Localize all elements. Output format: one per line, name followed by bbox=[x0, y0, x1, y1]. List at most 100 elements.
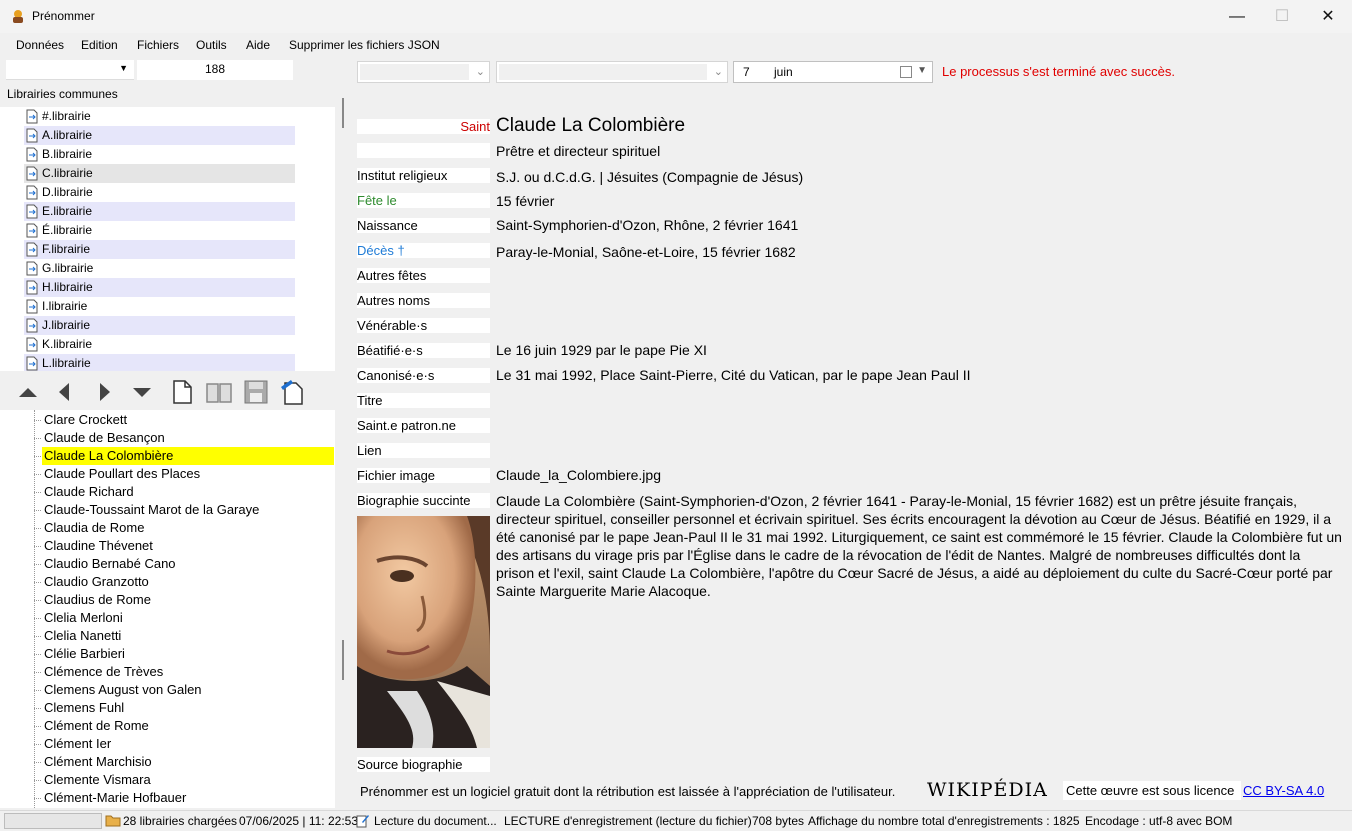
name-item[interactable]: Clemens August von Galen bbox=[42, 681, 202, 699]
license-link[interactable]: CC BY-SA 4.0 bbox=[1243, 781, 1324, 800]
name-item[interactable]: Clément Marchisio bbox=[42, 753, 152, 771]
name-item[interactable]: Claudio Bernabé Cano bbox=[42, 555, 176, 573]
name-item[interactable]: Clément Ier bbox=[42, 735, 111, 753]
library-item[interactable]: H.librairie bbox=[24, 278, 295, 297]
menu-fichiers[interactable]: Fichiers bbox=[137, 38, 179, 52]
splitter-handle[interactable] bbox=[342, 98, 344, 128]
filter-select-2[interactable]: ⌄ bbox=[496, 61, 728, 83]
name-item[interactable]: Claude de Besançon bbox=[42, 429, 165, 447]
previous-icon[interactable] bbox=[50, 378, 78, 406]
name-item[interactable]: Clelia Nanetti bbox=[42, 627, 121, 645]
library-item[interactable]: D.librairie bbox=[24, 183, 295, 202]
move-down-icon[interactable] bbox=[128, 378, 156, 406]
splitter-handle[interactable] bbox=[342, 640, 344, 680]
tree-connector bbox=[34, 564, 41, 565]
chevron-down-icon: ▼ bbox=[917, 65, 927, 76]
library-item[interactable]: #.librairie bbox=[24, 107, 295, 126]
tree-connector bbox=[34, 798, 41, 799]
progress-bar bbox=[4, 813, 102, 829]
value-deces: Paray-le-Monial, Saône-et-Loire, 15 févr… bbox=[496, 244, 796, 260]
tree-connector bbox=[34, 528, 41, 529]
library-item-label: D.librairie bbox=[42, 185, 93, 199]
maximize-button[interactable]: ☐ bbox=[1259, 0, 1305, 33]
library-item[interactable]: É.librairie bbox=[24, 221, 295, 240]
tree-connector bbox=[34, 420, 41, 421]
minimize-button[interactable]: — bbox=[1214, 0, 1260, 33]
name-item[interactable]: Clemens Fuhl bbox=[42, 699, 124, 717]
library-item-label: G.librairie bbox=[42, 261, 94, 275]
libraries-header: Librairies communes bbox=[7, 87, 118, 101]
navigation-toolbar bbox=[0, 373, 335, 410]
library-item-label: É.librairie bbox=[42, 223, 93, 237]
library-item[interactable]: K.librairie bbox=[24, 335, 295, 354]
tree-connector bbox=[34, 708, 41, 709]
name-item[interactable]: Claude-Toussaint Marot de la Garaye bbox=[42, 501, 259, 519]
tree-connector bbox=[34, 492, 41, 493]
document-icon bbox=[26, 147, 38, 162]
names-tree[interactable]: Clare Crockett Claude de Besançon Claude L… bbox=[0, 410, 335, 808]
menu-bar: Données Edition Fichiers Outils Aide Sup… bbox=[0, 33, 1352, 57]
name-item[interactable]: Clare Crockett bbox=[42, 411, 127, 429]
name-item[interactable]: Claude Richard bbox=[42, 483, 134, 501]
close-button[interactable]: ✕ bbox=[1305, 0, 1351, 33]
library-item[interactable]: F.librairie bbox=[24, 240, 295, 259]
menu-supprimer-json[interactable]: Supprimer les fichiers JSON bbox=[289, 38, 440, 52]
library-select[interactable]: ▼ bbox=[6, 60, 134, 80]
name-item[interactable]: Clélie Barbieri bbox=[42, 645, 125, 663]
move-up-icon[interactable] bbox=[14, 378, 42, 406]
name-item[interactable]: Claudia de Rome bbox=[42, 519, 144, 537]
date-month: juin bbox=[774, 65, 793, 79]
name-item[interactable]: Claude La Colombière bbox=[42, 447, 334, 465]
library-item-label: I.librairie bbox=[42, 299, 88, 313]
library-item[interactable]: C.librairie bbox=[24, 164, 295, 183]
status-bytes: 708 bytes bbox=[752, 814, 805, 828]
tree-connector bbox=[34, 582, 41, 583]
library-item[interactable]: A.librairie bbox=[24, 126, 295, 145]
name-item[interactable]: Claudius de Rome bbox=[42, 591, 151, 609]
library-list[interactable]: #.librairie A.librairie B.librairie C.libra… bbox=[0, 107, 335, 371]
document-icon bbox=[26, 318, 38, 333]
edit-document-icon[interactable] bbox=[279, 378, 307, 406]
wikipedia-logo[interactable]: WIKIPÉDIA bbox=[927, 779, 1048, 801]
library-item[interactable]: G.librairie bbox=[24, 259, 295, 278]
value-fichier-image: Claude_la_Colombiere.jpg bbox=[496, 467, 661, 483]
next-icon[interactable] bbox=[91, 378, 119, 406]
document-icon bbox=[26, 185, 38, 200]
name-item[interactable]: Claudio Granzotto bbox=[42, 573, 149, 591]
label-source-biographie: Source biographie bbox=[357, 757, 490, 772]
label-fichier-image: Fichier image bbox=[357, 468, 490, 483]
menu-donnees[interactable]: Données bbox=[16, 38, 64, 52]
document-icon bbox=[26, 356, 38, 371]
library-item[interactable]: E.librairie bbox=[24, 202, 295, 221]
menu-aide[interactable]: Aide bbox=[246, 38, 270, 52]
value-beatifie: Le 16 juin 1929 par le pape Pie XI bbox=[496, 342, 707, 358]
new-document-icon[interactable] bbox=[168, 378, 196, 406]
library-item[interactable]: L.librairie bbox=[24, 354, 295, 371]
document-icon bbox=[26, 109, 38, 124]
library-item[interactable]: J.librairie bbox=[24, 316, 295, 335]
menu-edition[interactable]: Edition bbox=[81, 38, 118, 52]
library-item[interactable]: I.librairie bbox=[24, 297, 295, 316]
menu-outils[interactable]: Outils bbox=[196, 38, 227, 52]
name-item[interactable]: Clelia Merloni bbox=[42, 609, 123, 627]
filter-select-1[interactable]: ⌄ bbox=[357, 61, 490, 83]
document-icon bbox=[26, 204, 38, 219]
name-item[interactable]: Clément de Rome bbox=[42, 717, 149, 735]
calendar-icon[interactable] bbox=[900, 66, 912, 78]
name-item[interactable]: Clemente Vismara bbox=[42, 771, 151, 789]
library-item[interactable]: B.librairie bbox=[24, 145, 295, 164]
name-item[interactable]: Claudine Thévenet bbox=[42, 537, 153, 555]
status-datetime: 07/06/2025 | 11: 22:53 bbox=[239, 814, 358, 828]
status-total-records: Affichage du nombre total d'enregistreme… bbox=[808, 814, 1080, 828]
save-icon[interactable] bbox=[242, 378, 270, 406]
date-picker[interactable]: 7 juin ▼ bbox=[733, 61, 933, 83]
open-book-icon[interactable] bbox=[205, 378, 233, 406]
name-item[interactable]: Clémence de Trèves bbox=[42, 663, 163, 681]
tree-connector bbox=[34, 636, 41, 637]
name-item[interactable]: Clément-Marie Hofbauer bbox=[42, 789, 186, 807]
biography-text: Claude La Colombière (Saint-Symphorien-d… bbox=[496, 493, 1342, 599]
document-icon bbox=[26, 299, 38, 314]
document-icon bbox=[26, 128, 38, 143]
title-bar: Prénommer — ☐ ✕ bbox=[0, 0, 1352, 33]
name-item[interactable]: Claude Poullart des Places bbox=[42, 465, 200, 483]
